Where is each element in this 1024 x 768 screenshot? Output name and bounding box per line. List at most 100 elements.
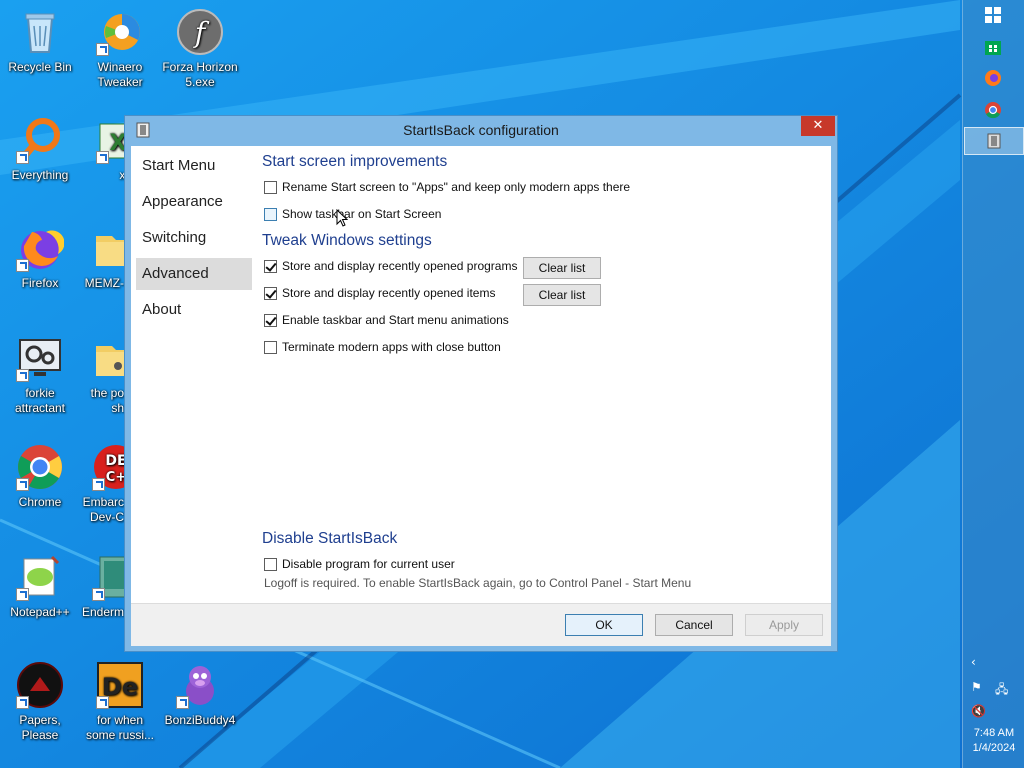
- close-button[interactable]: ✕: [801, 116, 835, 136]
- desktop-icon-forkie-attractant[interactable]: forkie attractant: [0, 334, 80, 416]
- desktop-icon-the-po[interactable]: the po sh: [80, 334, 124, 416]
- nav-item-appearance[interactable]: Appearance: [136, 186, 252, 218]
- bonzibuddy-icon: [176, 661, 224, 709]
- apply-button[interactable]: Apply: [745, 614, 823, 636]
- option-label: Terminate modern apps with close button: [282, 340, 501, 354]
- checkbox-rename-start-screen[interactable]: [264, 180, 277, 194]
- dialog-button-bar: OK Cancel Apply: [131, 603, 831, 646]
- taskbar-firefox-button[interactable]: [973, 65, 1013, 91]
- option-label: Show taskbar on Start Screen: [282, 207, 442, 221]
- option-label: Store and display recently opened progra…: [282, 259, 518, 273]
- shortcut-arrow-icon: [16, 696, 29, 709]
- desktop-icon-label: forkie attractant: [14, 386, 66, 415]
- disable-note: Logoff is required. To enable StartIsBac…: [264, 576, 692, 590]
- action-center-flag-icon[interactable]: ⚑: [971, 680, 982, 694]
- checkbox-show-taskbar-start-screen[interactable]: [264, 207, 277, 221]
- flash-icon: f: [176, 8, 224, 56]
- desktop-icon-chrome[interactable]: Chrome: [0, 443, 80, 510]
- mouse-cursor-icon: [336, 209, 348, 227]
- nav-item-switching[interactable]: Switching: [136, 222, 252, 254]
- desktop-icon-memz[interactable]: MEMZ-: [80, 224, 124, 291]
- option-label: Store and display recently opened items: [282, 286, 496, 300]
- section-heading-tweak-windows: Tweak Windows settings: [262, 232, 432, 249]
- nav-item-advanced[interactable]: Advanced: [136, 258, 252, 290]
- taskbar-store-button[interactable]: [973, 34, 1013, 60]
- svg-text:C+: C+: [106, 470, 124, 485]
- section-heading-start-screen: Start screen improvements: [262, 153, 448, 170]
- shortcut-arrow-icon: [96, 43, 109, 56]
- nav-item-start-menu[interactable]: Start Menu: [136, 150, 252, 182]
- startisback-config-window: StartIsBack configuration ✕ Start Menu A…: [124, 115, 838, 652]
- option-terminate-modern-apps[interactable]: Terminate modern apps with close button: [264, 338, 501, 356]
- store-icon: [985, 41, 1001, 55]
- taskbar-startisback-button[interactable]: [964, 127, 1024, 155]
- taskbar: ‹ ⚑ 🖧 🔇 7:48 AM 1/4/2024: [962, 0, 1024, 768]
- desktop-icon-notepad-plus-plus[interactable]: Notepad++: [0, 553, 80, 620]
- desktop-icon-label: Forza Horizon 5.exe: [162, 60, 238, 89]
- checkbox-disable-program[interactable]: [264, 557, 277, 571]
- desktop-icon-papers-please[interactable]: Papers, Please: [0, 661, 80, 743]
- desktop-icon-embarcadero[interactable]: DE C+ Embarc Dev-C: [80, 443, 124, 525]
- recycle-bin-icon: [16, 8, 64, 56]
- clock-date: 1/4/2024: [972, 742, 1016, 754]
- desktop-icon-enderman[interactable]: Enderm: [80, 553, 124, 620]
- shortcut-arrow-icon: [92, 588, 105, 601]
- show-hidden-icons-chevron-icon[interactable]: ‹: [971, 655, 976, 669]
- option-recent-items[interactable]: Store and display recently opened items: [264, 284, 495, 302]
- winaero-icon: [96, 8, 144, 56]
- network-icon[interactable]: 🖧: [995, 680, 1008, 701]
- checkbox-enable-animations[interactable]: [264, 313, 277, 327]
- startisback-icon: [987, 133, 1001, 149]
- everything-search-icon: [16, 116, 64, 164]
- window-client-area: Start Menu Appearance Switching Advanced…: [131, 146, 831, 603]
- desktop-icon-label: for when some russi...: [85, 713, 154, 742]
- nav-item-about[interactable]: About: [136, 294, 252, 326]
- desktop-icon-label: Chrome: [18, 495, 62, 509]
- desktop-icon-firefox[interactable]: Firefox: [0, 224, 80, 291]
- firefox-icon: [985, 70, 1001, 86]
- window-title: StartIsBack configuration: [403, 122, 559, 138]
- option-rename-start-screen[interactable]: Rename Start screen to "Apps" and keep o…: [264, 178, 630, 196]
- taskbar-clock[interactable]: 7:48 AM 1/4/2024: [963, 726, 1024, 756]
- desktop-icon-label: the po sh: [90, 386, 124, 415]
- clock-time: 7:48 AM: [973, 727, 1015, 739]
- option-disable-program[interactable]: Disable program for current user: [264, 555, 455, 573]
- shortcut-arrow-icon: [16, 369, 29, 382]
- option-show-taskbar-start-screen[interactable]: Show taskbar on Start Screen: [264, 205, 441, 223]
- checkbox-recent-items[interactable]: [264, 286, 277, 300]
- shortcut-arrow-icon: [176, 696, 189, 709]
- option-label: Rename Start screen to "Apps" and keep o…: [282, 180, 631, 194]
- shortcut-arrow-icon: [16, 478, 29, 491]
- desktop-icon-everything[interactable]: Everything: [0, 116, 80, 183]
- checkbox-recent-programs[interactable]: [264, 259, 277, 273]
- desktop-icon-for-when-some-russi[interactable]: De for when some russi...: [80, 661, 160, 743]
- option-label: Enable taskbar and Start menu animations: [282, 313, 509, 327]
- section-heading-disable: Disable StartIsBack: [262, 530, 398, 547]
- desktop-icon-forza-horizon[interactable]: f Forza Horizon 5.exe: [160, 8, 240, 90]
- desktop-icon-recycle-bin[interactable]: Recycle Bin: [0, 8, 80, 75]
- clear-recent-programs-button[interactable]: Clear list: [523, 257, 601, 279]
- volume-muted-icon[interactable]: 🔇: [971, 704, 986, 718]
- desktop-icon-bonzibuddy[interactable]: BonziBuddy4: [160, 661, 240, 728]
- chrome-icon: [985, 102, 1001, 119]
- taskbar-chrome-button[interactable]: [973, 97, 1013, 123]
- desktop-icon-label: Notepad++: [10, 605, 70, 619]
- window-titlebar[interactable]: StartIsBack configuration ✕: [125, 116, 837, 144]
- desktop-icon-label: Papers, Please: [19, 713, 61, 742]
- shortcut-arrow-icon: [96, 696, 109, 709]
- ok-button[interactable]: OK: [565, 614, 643, 636]
- option-recent-programs[interactable]: Store and display recently opened progra…: [264, 257, 517, 275]
- desktop-icon-label: MEMZ-: [84, 276, 124, 290]
- option-label: Disable program for current user: [282, 557, 455, 571]
- application-icon: [92, 553, 124, 601]
- start-button[interactable]: [973, 2, 1013, 28]
- option-enable-animations[interactable]: Enable taskbar and Start menu animations: [264, 311, 509, 329]
- music-folder-icon: [92, 334, 124, 382]
- clear-recent-items-button[interactable]: Clear list: [523, 284, 601, 306]
- desktop-icon-label: Firefox: [21, 276, 59, 290]
- checkbox-terminate-modern-apps[interactable]: [264, 340, 277, 354]
- svg-text:DE: DE: [105, 453, 124, 469]
- desktop-icon-label: Recycle Bin: [8, 60, 72, 74]
- cancel-button[interactable]: Cancel: [655, 614, 733, 636]
- desktop-icon-winaero-tweaker[interactable]: Winaero Tweaker: [80, 8, 160, 90]
